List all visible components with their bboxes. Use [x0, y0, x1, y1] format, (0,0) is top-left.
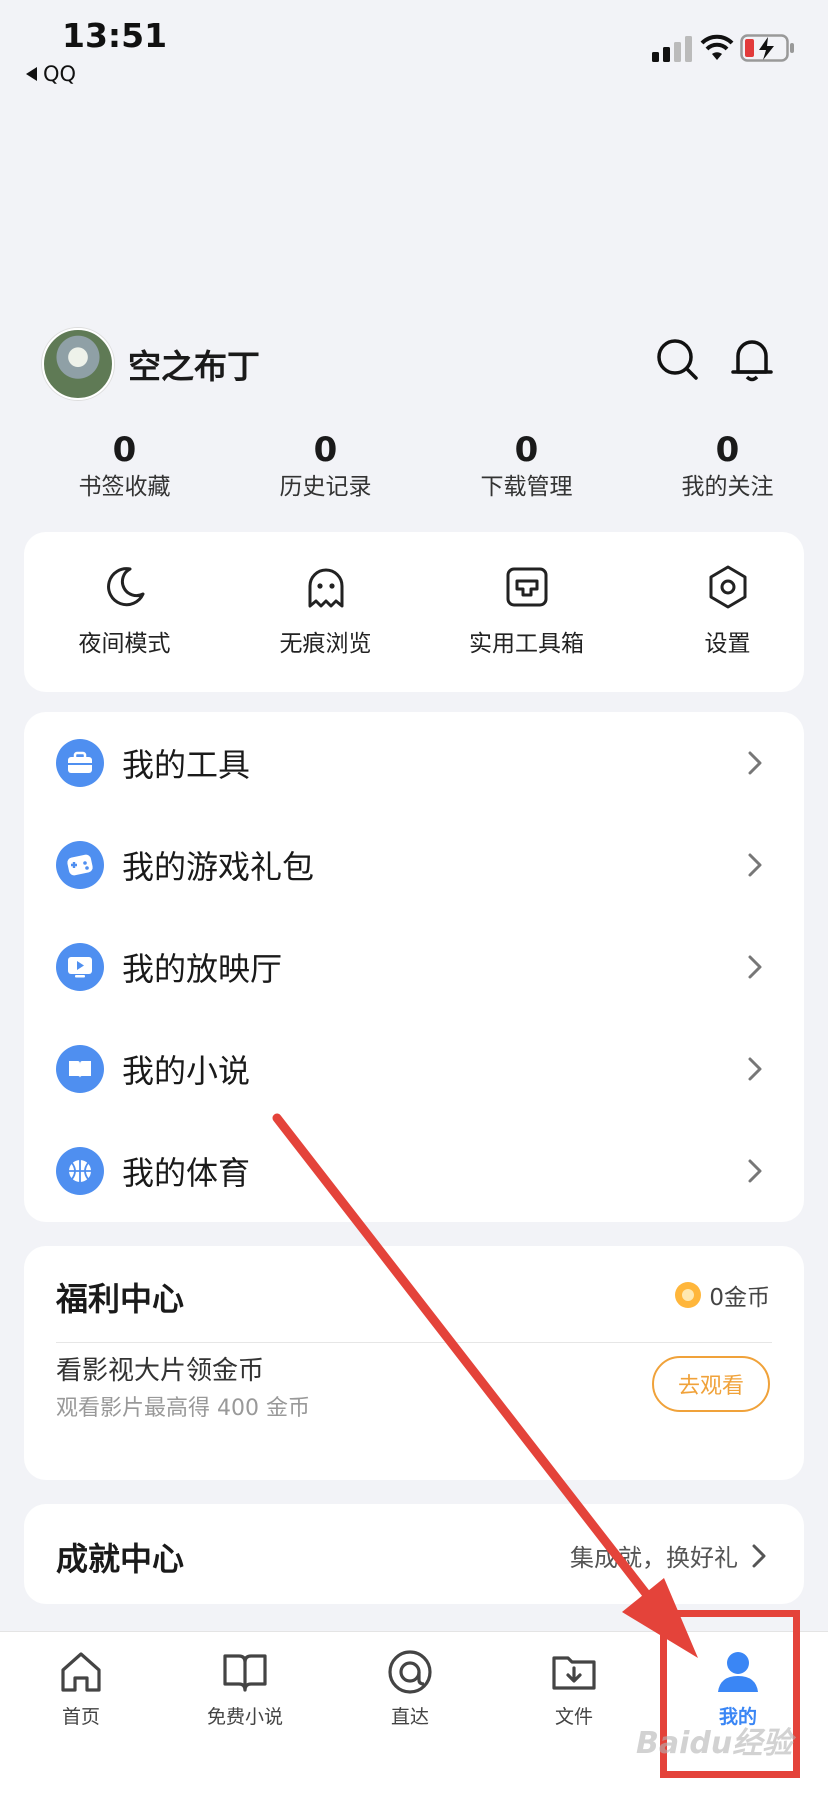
battery-charging-icon: [740, 34, 794, 62]
welfare-center-card: 福利中心 0金币 看影视大片领金币 观看影片最高得 400 金币 去观看: [24, 1246, 804, 1480]
achievement-link[interactable]: 集成就，换好礼: [570, 1538, 770, 1573]
ghost-icon: [308, 568, 343, 608]
username[interactable]: 空之布丁: [128, 340, 260, 388]
stat-label: 历史记录: [279, 474, 372, 500]
achievement-link-text: 集成就，换好礼: [570, 1544, 738, 1572]
quick-action-incognito[interactable]: 无痕浏览: [225, 532, 426, 692]
cellular-signal-icon: [652, 36, 692, 62]
menu-item-label: 我的小说: [122, 1052, 251, 1090]
coin-balance[interactable]: 0金币: [675, 1278, 770, 1312]
menu-item-label: 我的放映厅: [122, 950, 283, 988]
basketball-icon: [56, 1147, 104, 1195]
search-icon[interactable]: [654, 336, 700, 382]
stat-value: 0: [715, 430, 740, 470]
tab-label: 直达: [390, 1706, 429, 1728]
toolbox-icon: [506, 567, 547, 607]
bell-icon[interactable]: [728, 334, 776, 384]
achievement-title: 成就中心: [56, 1540, 185, 1578]
chevron-right-icon: [748, 751, 762, 775]
stat-bookmarks[interactable]: 0 书签收藏: [24, 430, 225, 510]
welfare-task-title: 看影视大片领金币: [56, 1356, 265, 1386]
quick-action-settings[interactable]: 设置: [627, 532, 828, 692]
play-screen-icon: [56, 943, 104, 991]
divider: [56, 1342, 772, 1343]
watch-button[interactable]: 去观看: [652, 1356, 770, 1412]
tab-label: 免费小说: [206, 1706, 283, 1728]
stat-value: 0: [313, 430, 338, 470]
home-icon: [61, 1652, 101, 1692]
chevron-right-icon: [748, 853, 762, 877]
tab-files[interactable]: 文件: [519, 1646, 629, 1729]
back-triangle-icon: [26, 67, 37, 81]
welfare-title: 福利中心: [56, 1280, 185, 1318]
stat-downloads[interactable]: 0 下载管理: [426, 430, 627, 510]
welfare-task-subtitle: 观看影片最高得 400 金币: [56, 1396, 310, 1421]
book-icon: [56, 1045, 104, 1093]
quick-action-label: 设置: [704, 631, 751, 657]
stat-label: 书签收藏: [78, 474, 171, 500]
menu-item-game-gifts[interactable]: 我的游戏礼包: [24, 814, 804, 916]
menu-item-my-novels[interactable]: 我的小说: [24, 1018, 804, 1120]
menu-item-my-sports[interactable]: 我的体育: [24, 1120, 804, 1222]
tab-label: 首页: [61, 1706, 100, 1728]
settings-icon: [709, 565, 746, 609]
coin-icon: [675, 1282, 702, 1308]
status-time: 13:51: [62, 16, 168, 55]
menu-list-card: 我的工具 我的游戏礼包 我的放映厅 我的小说 我的体育: [24, 712, 804, 1222]
stats-row: 0 书签收藏 0 历史记录 0 下载管理 0 我的关注: [24, 430, 828, 510]
quick-action-night-mode[interactable]: 夜间模式: [24, 532, 225, 692]
tab-label: 文件: [554, 1706, 593, 1728]
stat-value: 0: [112, 430, 137, 470]
menu-item-label: 我的体育: [122, 1154, 251, 1192]
tab-free-novels[interactable]: 免费小说: [190, 1646, 300, 1729]
chevron-right-icon: [748, 955, 762, 979]
gamepad-icon: [56, 841, 104, 889]
quick-actions-card: 夜间模式 无痕浏览 实用工具箱 设置: [24, 532, 804, 692]
menu-item-screening-hall[interactable]: 我的放映厅: [24, 916, 804, 1018]
chevron-right-icon: [748, 1057, 762, 1081]
menu-item-label: 我的游戏礼包: [122, 848, 315, 886]
quick-action-toolbox[interactable]: 实用工具箱: [426, 532, 627, 692]
chevron-right-icon: [748, 1159, 762, 1183]
chevron-right-icon: [752, 1544, 766, 1567]
stat-history[interactable]: 0 历史记录: [225, 430, 426, 510]
stat-label: 我的关注: [681, 474, 774, 500]
stat-following[interactable]: 0 我的关注: [627, 430, 828, 510]
stat-label: 下载管理: [480, 474, 573, 500]
briefcase-icon: [56, 739, 104, 787]
direct-icon: [388, 1650, 432, 1694]
folder-download-icon: [552, 1656, 596, 1690]
coin-balance-text: 0金币: [709, 1285, 770, 1311]
back-to-app-link[interactable]: QQ: [26, 62, 76, 86]
avatar[interactable]: [42, 328, 114, 400]
stat-value: 0: [514, 430, 539, 470]
open-book-icon: [223, 1654, 267, 1692]
back-app-label: QQ: [43, 62, 77, 86]
moon-icon: [106, 567, 144, 607]
quick-action-label: 无痕浏览: [279, 631, 372, 657]
menu-item-my-tools[interactable]: 我的工具: [24, 712, 804, 814]
wifi-icon: [700, 34, 734, 60]
tab-home[interactable]: 首页: [26, 1646, 136, 1729]
menu-item-label: 我的工具: [122, 746, 251, 784]
quick-action-label: 夜间模式: [78, 631, 171, 657]
tab-direct[interactable]: 直达: [355, 1646, 465, 1729]
quick-action-label: 实用工具箱: [469, 631, 584, 657]
watermark: Baidu经验: [636, 1726, 793, 1761]
achievement-center-card[interactable]: 成就中心 集成就，换好礼: [24, 1504, 804, 1604]
